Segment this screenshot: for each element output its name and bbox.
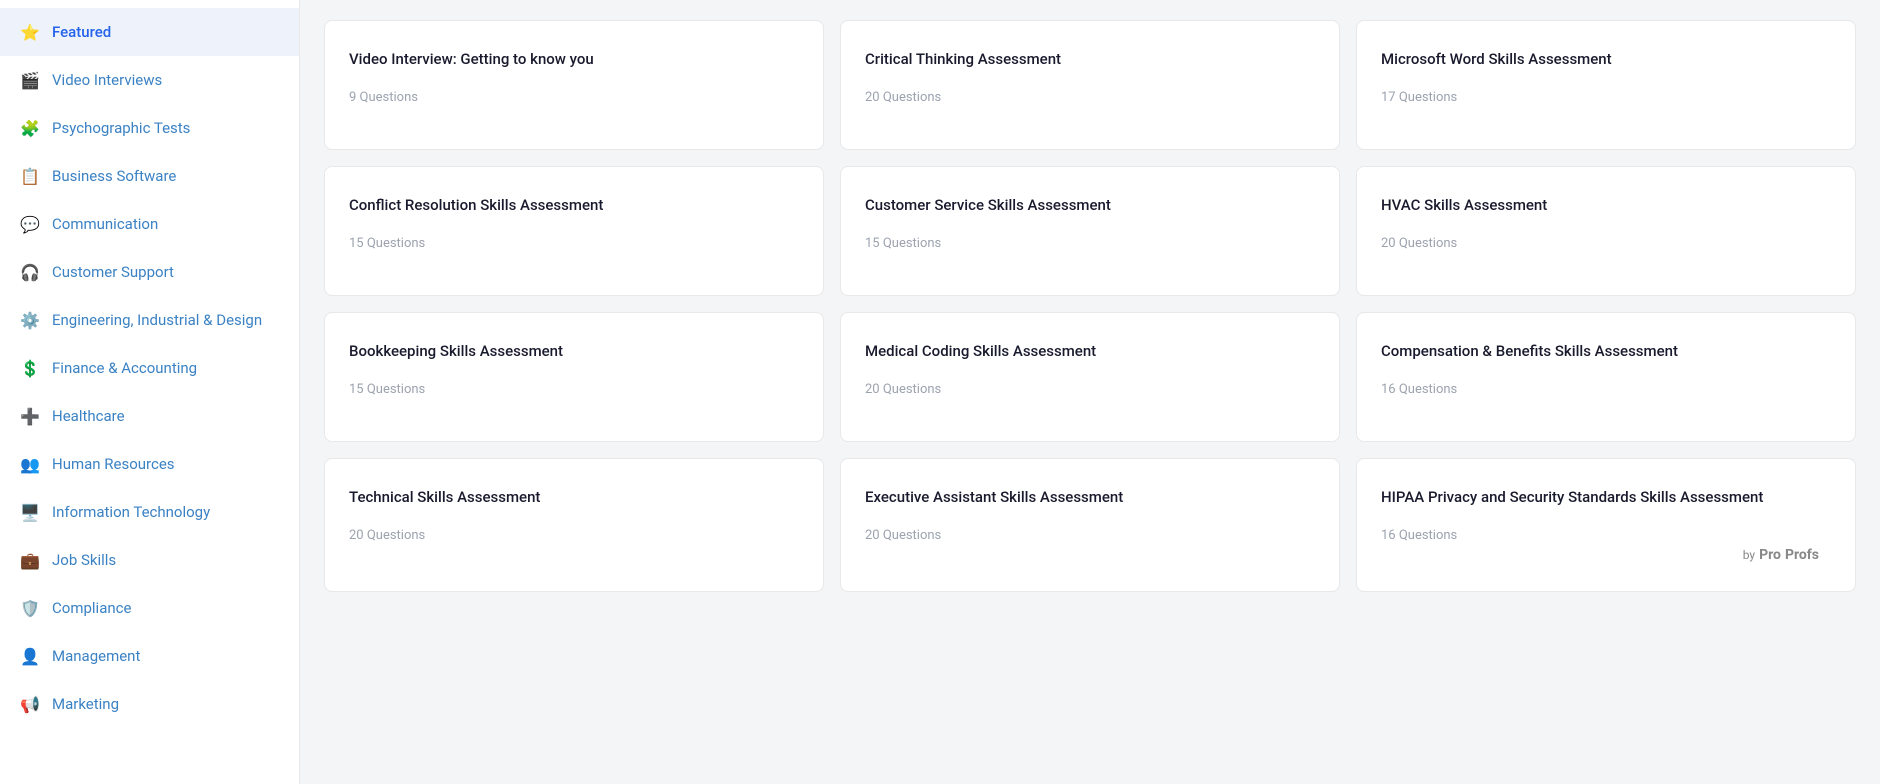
sidebar-item-label: Healthcare [52, 407, 279, 425]
management-icon: 👤 [20, 646, 40, 666]
sidebar: ⭐ Featured 🎬 Video Interviews 🧩 Psychogr… [0, 0, 300, 784]
featured-icon: ⭐ [20, 22, 40, 42]
assessment-card[interactable]: HIPAA Privacy and Security Standards Ski… [1356, 458, 1856, 592]
sidebar-item-label: Compliance [52, 599, 279, 617]
card-questions: 20 Questions [865, 382, 1315, 397]
sidebar-item-label: Finance & Accounting [52, 359, 279, 377]
sidebar-item-featured[interactable]: ⭐ Featured [0, 8, 299, 56]
business-software-icon: 📋 [20, 166, 40, 186]
sidebar-item-information-technology[interactable]: 🖥️ Information Technology [0, 488, 299, 536]
healthcare-icon: ➕ [20, 406, 40, 426]
marketing-icon: 📢 [20, 694, 40, 714]
card-title: Compensation & Benefits Skills Assessmen… [1381, 341, 1831, 362]
human-resources-icon: 👥 [20, 454, 40, 474]
brand-name: ProProfs [1759, 547, 1823, 563]
sidebar-item-label: Job Skills [52, 551, 279, 569]
card-title: Medical Coding Skills Assessment [865, 341, 1315, 362]
sidebar-item-marketing[interactable]: 📢 Marketing [0, 680, 299, 728]
psychographic-tests-icon: 🧩 [20, 118, 40, 138]
sidebar-item-label: Management [52, 647, 279, 665]
card-questions: 20 Questions [865, 528, 1315, 543]
sidebar-item-label: Customer Support [52, 263, 279, 281]
sidebar-item-business-software[interactable]: 📋 Business Software [0, 152, 299, 200]
card-title: HVAC Skills Assessment [1381, 195, 1831, 216]
card-title: Executive Assistant Skills Assessment [865, 487, 1315, 508]
sidebar-item-label: Marketing [52, 695, 279, 713]
finance-accounting-icon: 💲 [20, 358, 40, 378]
sidebar-item-label: Communication [52, 215, 279, 233]
sidebar-item-human-resources[interactable]: 👥 Human Resources [0, 440, 299, 488]
card-title: Bookkeeping Skills Assessment [349, 341, 799, 362]
assessment-card[interactable]: Executive Assistant Skills Assessment 20… [840, 458, 1340, 592]
communication-icon: 💬 [20, 214, 40, 234]
video-interviews-icon: 🎬 [20, 70, 40, 90]
card-title: Technical Skills Assessment [349, 487, 799, 508]
sidebar-item-engineering-industrial-design[interactable]: ⚙️ Engineering, Industrial & Design [0, 296, 299, 344]
card-questions: 16 Questions [1381, 382, 1831, 397]
assessment-card[interactable]: Technical Skills Assessment 20 Questions [324, 458, 824, 592]
assessment-card[interactable]: Video Interview: Getting to know you 9 Q… [324, 20, 824, 150]
sidebar-item-label: Engineering, Industrial & Design [52, 311, 279, 329]
card-questions: 9 Questions [349, 90, 799, 105]
card-title: Conflict Resolution Skills Assessment [349, 195, 799, 216]
card-questions: 17 Questions [1381, 90, 1831, 105]
card-title: Critical Thinking Assessment [865, 49, 1315, 70]
card-questions: 20 Questions [865, 90, 1315, 105]
sidebar-item-label: Psychographic Tests [52, 119, 279, 137]
sidebar-item-communication[interactable]: 💬 Communication [0, 200, 299, 248]
assessment-card[interactable]: Medical Coding Skills Assessment 20 Ques… [840, 312, 1340, 442]
engineering-industrial-design-icon: ⚙️ [20, 310, 40, 330]
assessment-card[interactable]: Microsoft Word Skills Assessment 17 Ques… [1356, 20, 1856, 150]
sidebar-item-healthcare[interactable]: ➕ Healthcare [0, 392, 299, 440]
sidebar-item-label: Video Interviews [52, 71, 279, 89]
assessment-card[interactable]: Customer Service Skills Assessment 15 Qu… [840, 166, 1340, 296]
sidebar-item-video-interviews[interactable]: 🎬 Video Interviews [0, 56, 299, 104]
assessment-card[interactable]: Bookkeeping Skills Assessment 15 Questio… [324, 312, 824, 442]
information-technology-icon: 🖥️ [20, 502, 40, 522]
sidebar-item-job-skills[interactable]: 💼 Job Skills [0, 536, 299, 584]
sidebar-item-label: Human Resources [52, 455, 279, 473]
brand-by-text: by [1743, 548, 1755, 562]
card-title: Customer Service Skills Assessment [865, 195, 1315, 216]
card-title: Video Interview: Getting to know you [349, 49, 799, 70]
assessment-card[interactable]: Conflict Resolution Skills Assessment 15… [324, 166, 824, 296]
card-questions: 15 Questions [349, 382, 799, 397]
card-questions: 15 Questions [865, 236, 1315, 251]
sidebar-item-compliance[interactable]: 🛡️ Compliance [0, 584, 299, 632]
sidebar-item-customer-support[interactable]: 🎧 Customer Support [0, 248, 299, 296]
sidebar-item-psychographic-tests[interactable]: 🧩 Psychographic Tests [0, 104, 299, 152]
sidebar-item-label: Featured [52, 23, 279, 41]
cards-grid: Video Interview: Getting to know you 9 Q… [324, 20, 1856, 592]
sidebar-item-management[interactable]: 👤 Management [0, 632, 299, 680]
sidebar-item-label: Business Software [52, 167, 279, 185]
assessment-card[interactable]: Compensation & Benefits Skills Assessmen… [1356, 312, 1856, 442]
card-title: Microsoft Word Skills Assessment [1381, 49, 1831, 70]
card-questions: 20 Questions [349, 528, 799, 543]
sidebar-item-finance-accounting[interactable]: 💲 Finance & Accounting [0, 344, 299, 392]
proprofs-brand: by ProProfs [1381, 543, 1831, 567]
main-content: Video Interview: Getting to know you 9 Q… [300, 0, 1880, 784]
card-questions: 20 Questions [1381, 236, 1831, 251]
card-title: HIPAA Privacy and Security Standards Ski… [1381, 487, 1831, 508]
assessment-card[interactable]: HVAC Skills Assessment 20 Questions [1356, 166, 1856, 296]
compliance-icon: 🛡️ [20, 598, 40, 618]
card-questions: 16 Questions [1381, 528, 1831, 543]
sidebar-item-label: Information Technology [52, 503, 279, 521]
card-questions: 15 Questions [349, 236, 799, 251]
customer-support-icon: 🎧 [20, 262, 40, 282]
job-skills-icon: 💼 [20, 550, 40, 570]
assessment-card[interactable]: Critical Thinking Assessment 20 Question… [840, 20, 1340, 150]
